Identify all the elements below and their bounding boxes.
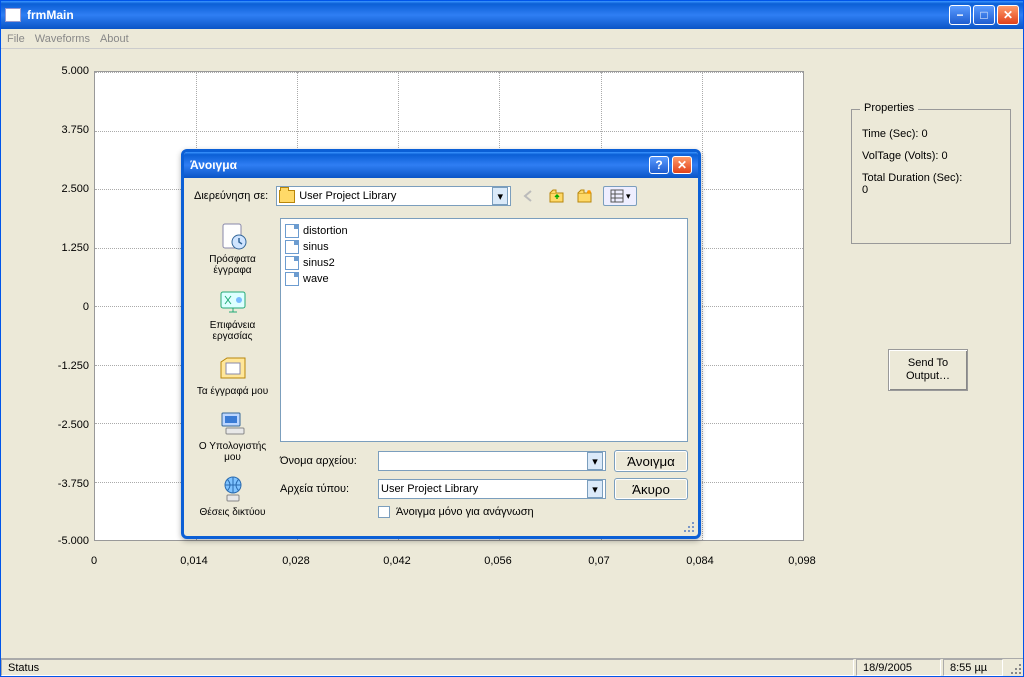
file-icon [285,256,299,270]
file-item[interactable]: sinus2 [285,255,683,271]
xtick: 0,056 [473,555,523,567]
view-menu-button[interactable]: ▾ [603,186,637,206]
xtick: 0,028 [271,555,321,567]
file-icon [285,272,299,286]
ytick: 0 [9,301,89,313]
xtick: 0 [69,555,119,567]
filename-label: Όνομα αρχείου: [280,455,370,467]
recent-docs-icon [217,220,249,252]
desktop-icon [217,286,249,318]
minimize-button[interactable]: − [949,5,971,25]
lookin-label: Διερεύνηση σε: [194,190,268,202]
ytick: 5.000 [9,65,89,77]
xtick: 0,07 [574,555,624,567]
ytick: -3.750 [9,478,89,490]
properties-heading: Properties [860,102,918,114]
close-button[interactable]: ✕ [997,5,1019,25]
filetype-label: Αρχεία τύπου: [280,483,370,495]
network-places-icon [217,473,249,505]
places-bar: Πρόσφατα έγγραφα Επιφάνεια εργασίας Τα έ… [190,218,275,530]
filename-input[interactable]: ▾ [378,451,606,471]
resize-grip-icon[interactable] [682,520,696,534]
xtick: 0,014 [169,555,219,567]
chevron-down-icon: ▾ [626,191,631,202]
chevron-down-icon[interactable]: ▾ [492,187,508,205]
prop-voltage: VolTage (Volts): 0 [862,150,1000,162]
place-mycomputer[interactable]: Ο Υπολογιστής μου [193,407,273,463]
ytick: 3.750 [9,124,89,136]
folder-icon [279,190,295,203]
lookin-value: User Project Library [299,190,492,202]
prop-time: Time (Sec): 0 [862,128,1000,140]
file-icon [285,224,299,238]
place-recent[interactable]: Πρόσφατα έγγραφα [193,220,273,276]
status-text: Status [1,659,854,676]
open-dialog: Άνοιγμα ? ✕ Διερεύνηση σε: User Project … [181,149,701,539]
readonly-label: Άνοιγμα μόνο για ανάγνωση [396,506,534,518]
menu-about[interactable]: About [100,33,129,45]
chevron-down-icon[interactable]: ▾ [587,452,603,470]
status-time: 8:55 µµ [943,659,1003,676]
dialog-close-button[interactable]: ✕ [672,156,692,174]
app-icon [5,8,21,22]
ytick: 2.500 [9,183,89,195]
xtick: 0,098 [777,555,827,567]
lookin-combo[interactable]: User Project Library ▾ [276,186,511,206]
menubar: File Waveforms About [1,29,1023,49]
filetype-value: User Project Library [381,483,587,495]
properties-panel: Properties Time (Sec): 0 VolTage (Volts)… [851,109,1011,244]
main-window: frmMain − □ ✕ File Waveforms About [0,0,1024,677]
ytick: 1.250 [9,242,89,254]
file-list[interactable]: distortion sinus sinus2 wave [280,218,688,442]
statusbar: Status 18/9/2005 8:55 µµ [1,658,1023,676]
file-item[interactable]: sinus [285,239,683,255]
window-title: frmMain [27,8,949,22]
new-folder-icon[interactable] [575,186,595,206]
prop-duration: Total Duration (Sec): 0 [862,172,1000,196]
client-area: 5.000 3.750 2.500 1.250 0 -1.250 -2.500 … [1,49,1023,658]
titlebar: frmMain − □ ✕ [1,1,1023,29]
menu-file[interactable]: File [7,33,25,45]
resize-grip-icon[interactable] [1005,659,1023,676]
xtick: 0,042 [372,555,422,567]
filetype-combo[interactable]: User Project Library ▾ [378,479,606,499]
place-mydocs[interactable]: Τα έγγραφά μου [193,352,273,397]
chevron-down-icon[interactable]: ▾ [587,480,603,498]
ytick: -5.000 [9,535,89,547]
open-button[interactable]: Άνοιγμα [614,450,688,472]
place-desktop[interactable]: Επιφάνεια εργασίας [193,286,273,342]
back-icon[interactable] [519,186,539,206]
ytick: -2.500 [9,419,89,431]
up-one-level-icon[interactable] [547,186,567,206]
xtick: 0,084 [675,555,725,567]
file-item[interactable]: distortion [285,223,683,239]
dialog-help-button[interactable]: ? [649,156,669,174]
ytick: -1.250 [9,360,89,372]
dialog-titlebar: Άνοιγμα ? ✕ [184,152,698,178]
my-documents-icon [217,352,249,384]
maximize-button[interactable]: □ [973,5,995,25]
menu-waveforms[interactable]: Waveforms [35,33,90,45]
send-to-output-button[interactable]: Send To Output… [888,349,968,391]
readonly-checkbox[interactable] [378,506,390,518]
place-network[interactable]: Θέσεις δικτύου [193,473,273,518]
status-date: 18/9/2005 [856,659,941,676]
cancel-button[interactable]: Άκυρο [614,478,688,500]
file-item[interactable]: wave [285,271,683,287]
dialog-title: Άνοιγμα [190,158,646,172]
file-icon [285,240,299,254]
my-computer-icon [217,407,249,439]
